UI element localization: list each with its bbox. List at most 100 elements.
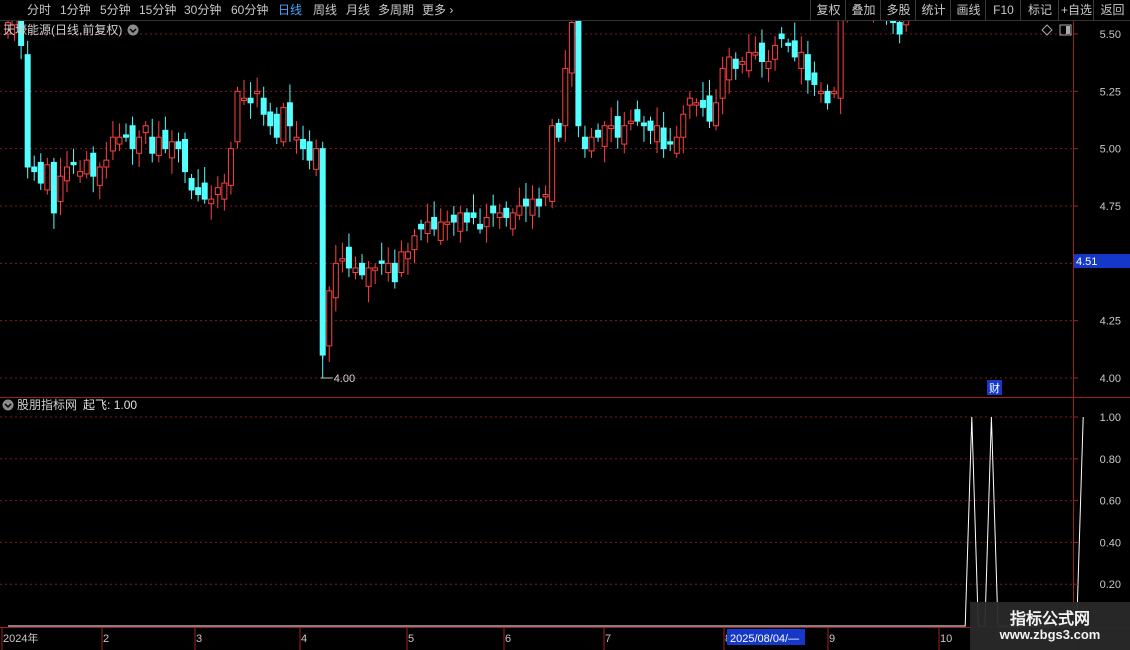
period-tab-4[interactable]: 30分钟 <box>184 0 221 20</box>
candle <box>457 206 464 243</box>
candle-body <box>817 90 824 95</box>
candle-body <box>758 42 765 63</box>
indicator-grid <box>0 416 1073 585</box>
candle-body <box>503 207 510 218</box>
toolbar-button-3[interactable]: 统计 <box>915 0 951 20</box>
candle <box>667 128 674 151</box>
candle-body <box>254 90 261 95</box>
period-tab-9[interactable]: 多周期 <box>378 0 414 20</box>
candle <box>634 100 641 126</box>
candle-body <box>70 161 77 166</box>
panel-toggle-icon[interactable] <box>1059 24 1072 36</box>
candle <box>542 185 549 207</box>
candle-body <box>44 164 51 191</box>
candle <box>627 109 634 131</box>
candle <box>719 56 726 115</box>
candle-body <box>555 122 562 138</box>
period-tab-2[interactable]: 5分钟 <box>100 0 131 20</box>
candle <box>470 194 477 225</box>
candle <box>214 176 221 209</box>
candle <box>241 79 248 106</box>
candle-body <box>726 56 733 81</box>
signal-series <box>8 416 1084 627</box>
candle-body <box>549 125 556 202</box>
candle-body <box>522 198 529 207</box>
candle <box>260 86 267 126</box>
candle-body <box>614 116 621 138</box>
toolbar-button-7[interactable]: +自选 <box>1058 0 1094 20</box>
candle-body <box>713 102 720 127</box>
candle <box>168 130 175 174</box>
candle-body <box>208 198 215 205</box>
month-label: 10 <box>940 633 952 645</box>
candle <box>326 286 333 362</box>
candle <box>431 201 438 236</box>
candle-body <box>50 161 57 214</box>
candle <box>522 183 529 223</box>
candle-body <box>83 159 90 175</box>
period-tab-1[interactable]: 1分钟 <box>60 0 91 20</box>
candle <box>673 125 680 158</box>
candle-body <box>824 90 831 104</box>
candle-body <box>306 141 313 161</box>
month-label: 2024年 <box>3 631 38 645</box>
candle <box>903 20 910 32</box>
candle-body <box>667 141 674 145</box>
more-label: 更多 <box>422 3 447 17</box>
candle <box>70 148 77 174</box>
period-tab-7[interactable]: 周线 <box>313 0 337 20</box>
candle-body <box>77 171 84 177</box>
candle-body <box>706 95 713 122</box>
candlestick-series <box>5 20 910 378</box>
toolbar-button-0[interactable]: 复权 <box>810 0 846 20</box>
toolbar-button-5[interactable]: F10 <box>985 0 1021 20</box>
candle <box>345 233 352 278</box>
series-sep: : <box>107 398 114 412</box>
candle-body <box>477 223 484 230</box>
candle-body <box>660 127 667 150</box>
toolbar-button-1[interactable]: 叠加 <box>845 0 881 20</box>
candle-body <box>483 216 490 228</box>
candle <box>791 22 798 62</box>
month-label: 2 <box>103 633 109 645</box>
cursor-date-label: 2025/08/04/— <box>730 633 799 645</box>
period-tab-8[interactable]: 月线 <box>346 0 370 20</box>
diamond-outline-icon[interactable] <box>1041 24 1053 36</box>
price-tick-label: 4.25 <box>1100 316 1121 328</box>
candle <box>155 121 162 163</box>
candle <box>208 185 215 220</box>
candle <box>77 160 84 184</box>
chevron-down-circle-icon[interactable] <box>127 24 139 36</box>
period-tab-3[interactable]: 15分钟 <box>139 0 176 20</box>
candle <box>896 20 903 44</box>
candle <box>136 130 143 168</box>
candle-body <box>765 61 772 69</box>
candle <box>372 263 379 284</box>
candle-body <box>457 212 464 232</box>
indicator-tick-label: 1.00 <box>1100 412 1121 424</box>
candle-body <box>286 102 293 127</box>
period-tab-0[interactable]: 分时 <box>27 0 51 20</box>
candle-body <box>280 106 287 143</box>
candle <box>31 155 38 181</box>
candle <box>804 40 811 94</box>
toolbar-button-4[interactable]: 画线 <box>950 0 986 20</box>
candle <box>555 118 562 142</box>
candle-body <box>772 44 779 60</box>
candle-body <box>155 136 162 157</box>
toolbar-button-8[interactable]: 返回 <box>1093 0 1130 20</box>
candle <box>109 121 116 161</box>
candle-body <box>273 113 280 138</box>
candle <box>758 29 765 78</box>
toolbar-button-2[interactable]: 多股 <box>880 0 916 20</box>
candle-body <box>293 136 300 141</box>
period-tab-6[interactable]: 日线 <box>278 0 302 20</box>
more-button[interactable]: 更多 › <box>422 0 453 20</box>
toolbar-button-6[interactable]: 标记 <box>1020 0 1059 20</box>
price-axis: 6.506.256.005.755.505.255.004.754.504.25… <box>1073 29 1121 385</box>
candle-body <box>673 136 680 154</box>
candle-body <box>411 235 418 251</box>
chevron-down-circle-icon[interactable] <box>2 399 14 411</box>
candle <box>798 36 805 85</box>
period-tab-5[interactable]: 60分钟 <box>231 0 268 20</box>
